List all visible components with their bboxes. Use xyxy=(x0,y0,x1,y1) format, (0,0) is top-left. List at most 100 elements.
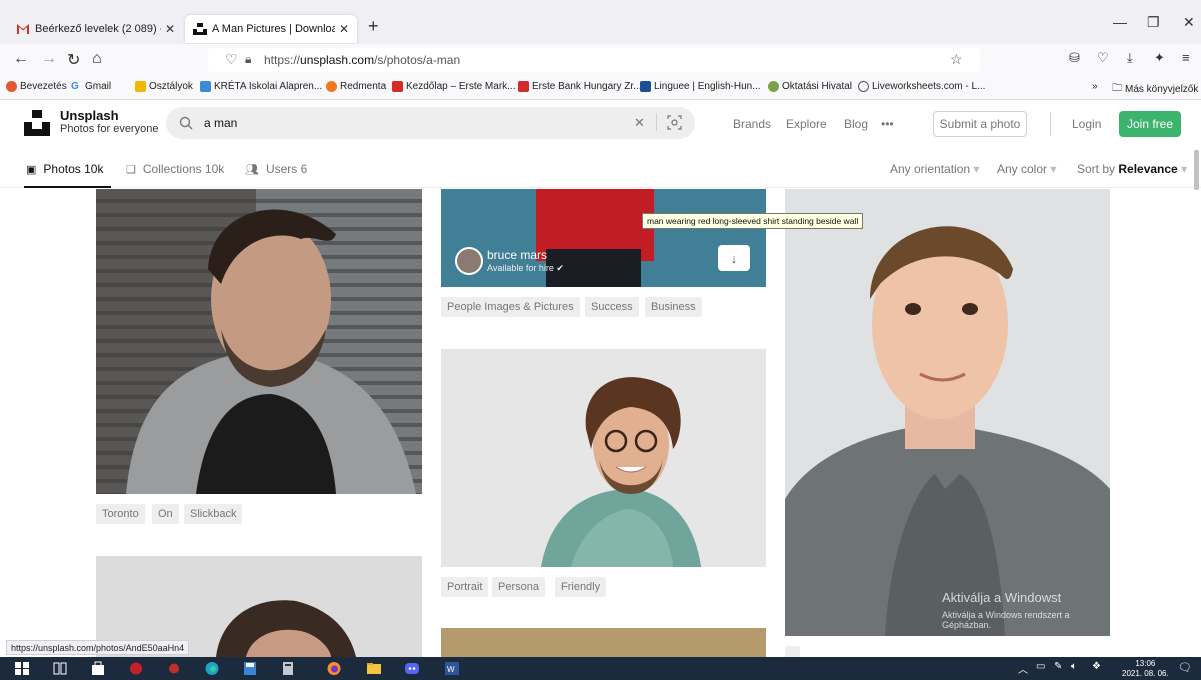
bookmark-item[interactable]: Erste Bank Hungary Zr... xyxy=(518,81,642,92)
minimize-icon[interactable]: — xyxy=(1113,14,1127,30)
photo-tag[interactable]: Success xyxy=(585,297,639,317)
photo-curly-hair-man[interactable] xyxy=(441,349,766,567)
shield-icon[interactable]: ♡ xyxy=(225,51,238,68)
tab-unsplash[interactable]: A Man Pictures | Download Free ✕ xyxy=(185,15,357,43)
browser-tab-strip: Beérkező levelek (2 089) - mikor ✕ A Man… xyxy=(0,0,1201,44)
more-menu-icon[interactable]: ••• xyxy=(881,117,894,131)
bookmark-item[interactable]: Redmenta xyxy=(326,81,386,92)
windows-start-icon[interactable] xyxy=(14,661,30,676)
dropbox-icon[interactable]: ❖ xyxy=(1092,661,1101,672)
photo-tag[interactable]: Slickback xyxy=(184,504,243,524)
bookmark-item[interactable]: Oktatási Hivatal xyxy=(768,81,852,92)
clear-search-icon[interactable]: ✕ xyxy=(634,115,645,131)
app-icon[interactable] xyxy=(128,661,144,676)
bookmark-star-icon[interactable]: ☆ xyxy=(950,51,963,68)
close-tab-icon[interactable]: ✕ xyxy=(339,22,349,36)
bookmarks-bar: Bevezetés G Gmail Osztályok KRÉTA Iskolai… xyxy=(0,76,1201,100)
sort-filter[interactable]: Sort by Relevance ▾ xyxy=(1077,162,1187,176)
lock-icon[interactable]: 🔒︎ xyxy=(245,52,251,67)
photo-tag[interactable]: Friendly xyxy=(555,577,607,597)
show-hidden-icons[interactable]: ︿ xyxy=(1018,661,1028,676)
bookmark-item[interactable]: Linguee | English-Hun... xyxy=(640,81,761,92)
pocket-icon[interactable]: ♡ xyxy=(1097,50,1109,66)
photo-tag[interactable]: Business xyxy=(645,297,702,317)
close-window-icon[interactable]: ✕ xyxy=(1183,14,1195,31)
author-name[interactable]: bruce mars xyxy=(487,248,547,262)
search-icon[interactable] xyxy=(179,116,193,130)
nav-link-explore[interactable]: Explore xyxy=(786,117,827,131)
reload-icon[interactable]: ↻ xyxy=(67,50,80,70)
forward-icon[interactable]: → xyxy=(41,50,57,68)
calculator-icon[interactable] xyxy=(280,661,296,676)
photo-tag[interactable]: Portrait xyxy=(441,577,489,597)
address-bar[interactable]: ♡ 🔒︎ https://unsplash.com/s/photos/a-man… xyxy=(208,48,980,72)
more-bookmarks-icon[interactable]: » xyxy=(1092,81,1098,92)
bookmark-item[interactable]: Kezdőlap – Erste Mark... xyxy=(392,81,516,92)
bookmark-label: Gmail xyxy=(85,81,112,92)
download-icon[interactable]: ⤓ xyxy=(1127,50,1133,66)
site-header: Unsplash Photos for everyone a man ✕ Bra… xyxy=(0,100,1201,148)
login-link[interactable]: Login xyxy=(1072,117,1101,131)
extension-icon[interactable]: ✦ xyxy=(1154,50,1165,66)
page-scrollbar[interactable] xyxy=(1194,150,1199,190)
oktatasi-hivatal-icon xyxy=(768,81,779,92)
home-icon[interactable]: ⌂ xyxy=(92,50,102,68)
status-url: https://unsplash.com/photos/AndE50aaHn4 xyxy=(6,640,190,655)
new-tab-button[interactable]: + xyxy=(368,16,379,37)
bookmark-item[interactable]: Bevezetés xyxy=(6,81,67,92)
edge-icon[interactable] xyxy=(204,661,220,676)
firefox-icon[interactable] xyxy=(326,661,342,676)
nav-link-blog[interactable]: Blog xyxy=(844,117,868,131)
volume-icon[interactable]: 🔈︎ xyxy=(1071,661,1077,672)
store-icon[interactable] xyxy=(90,661,106,676)
notifications-icon[interactable]: 🗨︎ xyxy=(1178,661,1192,674)
pen-icon[interactable]: ✎ xyxy=(1054,661,1062,672)
tab-users[interactable]: 👥︎ Users 6 xyxy=(245,162,307,176)
other-bookmarks[interactable]: 🗀︎ Más könyvjelzők xyxy=(1112,81,1198,98)
bookmark-label: Liveworksheets.com - L... xyxy=(872,81,986,92)
photo-red-shirt-man[interactable]: bruce mars Available for hire ✔︎ ↓ xyxy=(441,189,766,287)
nav-link-brands[interactable]: Brands xyxy=(733,117,771,131)
join-free-button[interactable]: Join free xyxy=(1119,111,1181,137)
network-icon[interactable]: ▭ xyxy=(1036,661,1045,672)
file-explorer-icon[interactable] xyxy=(366,661,382,676)
bookmark-item[interactable]: KRÉTA Iskolai Alapren... xyxy=(200,81,322,92)
library-icon[interactable]: ⛁ xyxy=(1069,50,1080,66)
close-tab-icon[interactable]: ✕ xyxy=(165,22,175,36)
tab-photos[interactable]: ▣ Photos 10k xyxy=(26,162,103,176)
visual-search-icon[interactable] xyxy=(667,115,682,130)
discord-icon[interactable] xyxy=(404,661,420,676)
photo-tag[interactable]: People Images & Pictures xyxy=(441,297,580,317)
avatar[interactable] xyxy=(455,247,483,275)
photo-partial[interactable] xyxy=(441,628,766,657)
photo-tag[interactable]: Toronto xyxy=(96,504,145,524)
submit-photo-button[interactable]: Submit a photo xyxy=(933,111,1027,137)
back-icon[interactable]: ← xyxy=(13,50,29,68)
tab-collections[interactable]: ❏ Collections 10k xyxy=(126,162,224,176)
photo-man-grey-shirt[interactable]: Aktiválja a Windowst Aktiválja a Windows… xyxy=(785,189,1110,636)
save-icon[interactable] xyxy=(242,661,258,676)
chevron-down-icon: ▾ xyxy=(1050,162,1057,176)
photo-tag[interactable]: On xyxy=(152,504,179,524)
color-filter[interactable]: Any color ▾ xyxy=(997,162,1056,176)
bookmark-item[interactable]: G Gmail xyxy=(71,81,111,92)
photo-man-grey-hoodie[interactable] xyxy=(96,189,422,494)
game-icon[interactable] xyxy=(166,661,182,676)
task-view-icon[interactable] xyxy=(52,661,68,676)
bookmark-item[interactable]: Liveworksheets.com - L... xyxy=(858,81,985,92)
restore-icon[interactable]: ❐ xyxy=(1147,14,1160,31)
menu-icon[interactable]: ≡ xyxy=(1182,50,1190,65)
brand[interactable]: Unsplash Photos for everyone xyxy=(60,108,158,135)
search-bar[interactable]: a man ✕ xyxy=(166,107,695,139)
bookmark-item[interactable]: Osztályok xyxy=(135,81,193,92)
download-button[interactable]: ↓ xyxy=(718,245,750,271)
search-input[interactable]: a man xyxy=(204,116,237,130)
photo-tag[interactable]: Persona xyxy=(492,577,545,597)
brand-name: Unsplash xyxy=(60,108,119,123)
tab-gmail[interactable]: Beérkező levelek (2 089) - mikor ✕ xyxy=(8,15,183,43)
word-icon[interactable]: W xyxy=(444,661,460,676)
orientation-filter[interactable]: Any orientation ▾ xyxy=(890,162,979,176)
download-arrow-icon: ↓ xyxy=(730,250,738,266)
unsplash-logo-icon[interactable] xyxy=(24,110,50,136)
system-clock[interactable]: 13:06 2021. 08. 06. xyxy=(1122,659,1169,679)
